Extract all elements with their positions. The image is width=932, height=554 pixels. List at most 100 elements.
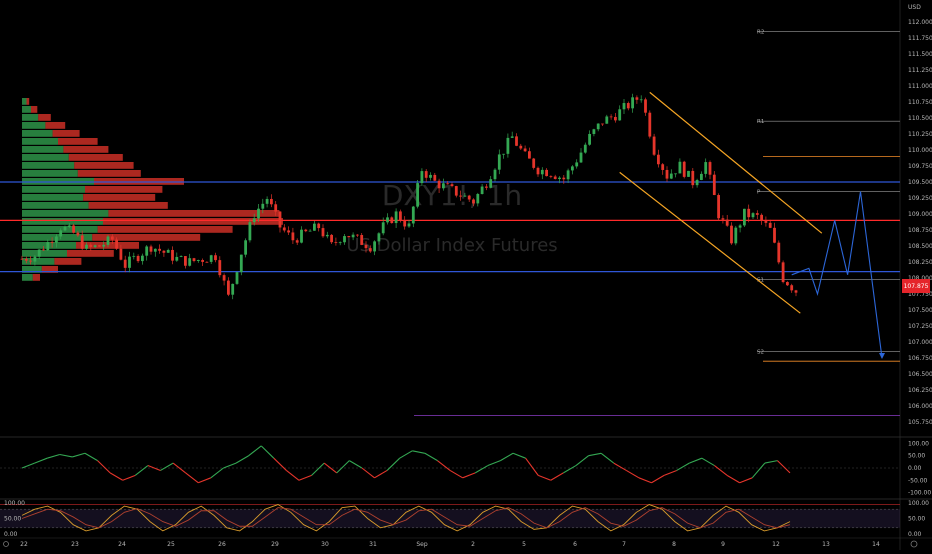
oscillator-segment xyxy=(487,460,501,467)
candle-body xyxy=(394,211,398,224)
candle-body xyxy=(553,176,557,179)
candle-body xyxy=(549,176,553,177)
candle-body xyxy=(67,225,71,227)
candle-body xyxy=(506,137,510,154)
pane-control-icons[interactable] xyxy=(3,540,918,548)
candle-body xyxy=(420,171,424,184)
candle-body xyxy=(562,177,566,180)
price-tick-label: 112.000 xyxy=(908,19,932,26)
stochastic-pane[interactable]: 100.00 100.00 50.00 50.00 0.00 0.00 xyxy=(0,500,929,538)
price-chart[interactable]: DXY1!, 1h US Dollar Index Futures USD R2… xyxy=(0,0,932,550)
pivot-label: R2 xyxy=(757,30,764,36)
oscillator-segment xyxy=(109,472,123,481)
candle-body xyxy=(446,183,450,185)
price-tick-label: 111.250 xyxy=(908,67,932,74)
candle-body xyxy=(708,162,712,175)
volume-profile-buy-bar xyxy=(22,194,84,201)
candle-body xyxy=(592,129,596,134)
settings-icon[interactable] xyxy=(3,541,9,547)
candle-body xyxy=(347,236,351,238)
candle-body xyxy=(566,170,570,180)
time-tick-label: 14 xyxy=(872,541,880,548)
candle-body xyxy=(712,174,716,196)
oscillator-segment xyxy=(223,462,237,469)
candle-body xyxy=(209,255,213,262)
candle-body xyxy=(106,236,110,245)
price-axis[interactable]: 112.000 111.750 111.500 111.250 111.000 110.7… xyxy=(908,19,932,426)
time-tick-label: 6 xyxy=(573,541,577,548)
price-tick-label: 110.500 xyxy=(908,115,932,122)
volume-profile xyxy=(22,98,283,281)
candle-body xyxy=(743,208,746,226)
candle-body xyxy=(601,123,604,125)
oscillator-segment xyxy=(764,460,778,464)
price-tick-label: 110.750 xyxy=(908,99,932,106)
price-tick-label: 111.000 xyxy=(908,83,932,90)
volume-profile-buy-bar xyxy=(22,138,58,145)
volume-profile-sell-bar xyxy=(52,130,80,137)
currency-label: USD xyxy=(908,4,921,11)
candle-body xyxy=(42,249,45,251)
candle-body xyxy=(265,198,269,204)
candle-body xyxy=(179,256,183,257)
time-tick-label: 26 xyxy=(218,541,226,548)
candle-body xyxy=(424,171,428,178)
chart-container[interactable]: DXY1!, 1h US Dollar Index Futures USD R2… xyxy=(0,0,932,550)
candle-body xyxy=(381,222,385,234)
candle-body xyxy=(222,275,226,281)
price-tick-label: 108.500 xyxy=(908,243,932,250)
volume-profile-sell-bar xyxy=(74,162,134,169)
oscillator-segment xyxy=(575,455,589,466)
candle-body xyxy=(231,283,235,295)
time-tick-label: 2 xyxy=(471,541,475,548)
volume-profile-buy-bar xyxy=(22,98,27,105)
candle-body xyxy=(480,186,484,195)
oscillator-pane[interactable]: 100.00 50.00 0.00 -50.00 -100.00 xyxy=(0,440,931,497)
candle-body xyxy=(442,183,445,189)
candle-body xyxy=(777,242,781,263)
price-tick-label: 110.250 xyxy=(908,131,932,138)
oscillator-segment xyxy=(386,457,401,471)
candle-body xyxy=(489,179,493,188)
time-axis[interactable]: 22 23 24 25 26 29 30 31 Sep 2 5 6 7 8 9 12 13 14 xyxy=(20,541,880,548)
candle-body xyxy=(282,227,286,231)
candle-body xyxy=(781,262,785,283)
oscillator-segment xyxy=(260,445,275,459)
time-tick-label: 25 xyxy=(167,541,175,548)
candle-body xyxy=(248,222,252,241)
oscillator-segment xyxy=(626,469,640,479)
oscillator-segment xyxy=(172,462,187,474)
candle-body xyxy=(201,260,204,262)
channel-line xyxy=(649,91,823,234)
candle-body xyxy=(300,229,303,243)
candle-body xyxy=(162,250,166,253)
candle-body xyxy=(386,217,389,223)
candle-body xyxy=(128,256,131,268)
time-tick-label: 12 xyxy=(772,541,780,548)
candle-body xyxy=(631,97,634,109)
candle-body xyxy=(390,217,394,224)
candle-body xyxy=(794,290,798,293)
volume-profile-sell-bar xyxy=(58,138,98,145)
time-tick-label: 5 xyxy=(522,541,526,548)
candle-body xyxy=(115,239,118,249)
oscillator-segment xyxy=(437,460,451,471)
time-tick-label: 8 xyxy=(672,541,676,548)
price-tick-label: 106.500 xyxy=(908,371,932,378)
stochastic-left-tick-label: 0.00 xyxy=(4,531,18,538)
candle-body xyxy=(360,234,364,245)
candle-body xyxy=(730,225,733,244)
projection-path[interactable] xyxy=(791,191,885,359)
oscillator-segment xyxy=(185,472,199,484)
scale-toggle-icon[interactable] xyxy=(910,540,918,548)
oscillator-segment xyxy=(59,453,73,458)
candle-body xyxy=(416,183,419,207)
candle-body xyxy=(510,136,514,138)
volume-profile-sell-bar xyxy=(26,98,30,105)
volume-profile-sell-bar xyxy=(67,250,114,257)
candle-body xyxy=(687,170,690,177)
candle-body xyxy=(141,255,144,262)
oscillator-segment xyxy=(474,465,489,474)
oscillator-segment xyxy=(500,452,514,462)
candle-body xyxy=(545,169,548,177)
